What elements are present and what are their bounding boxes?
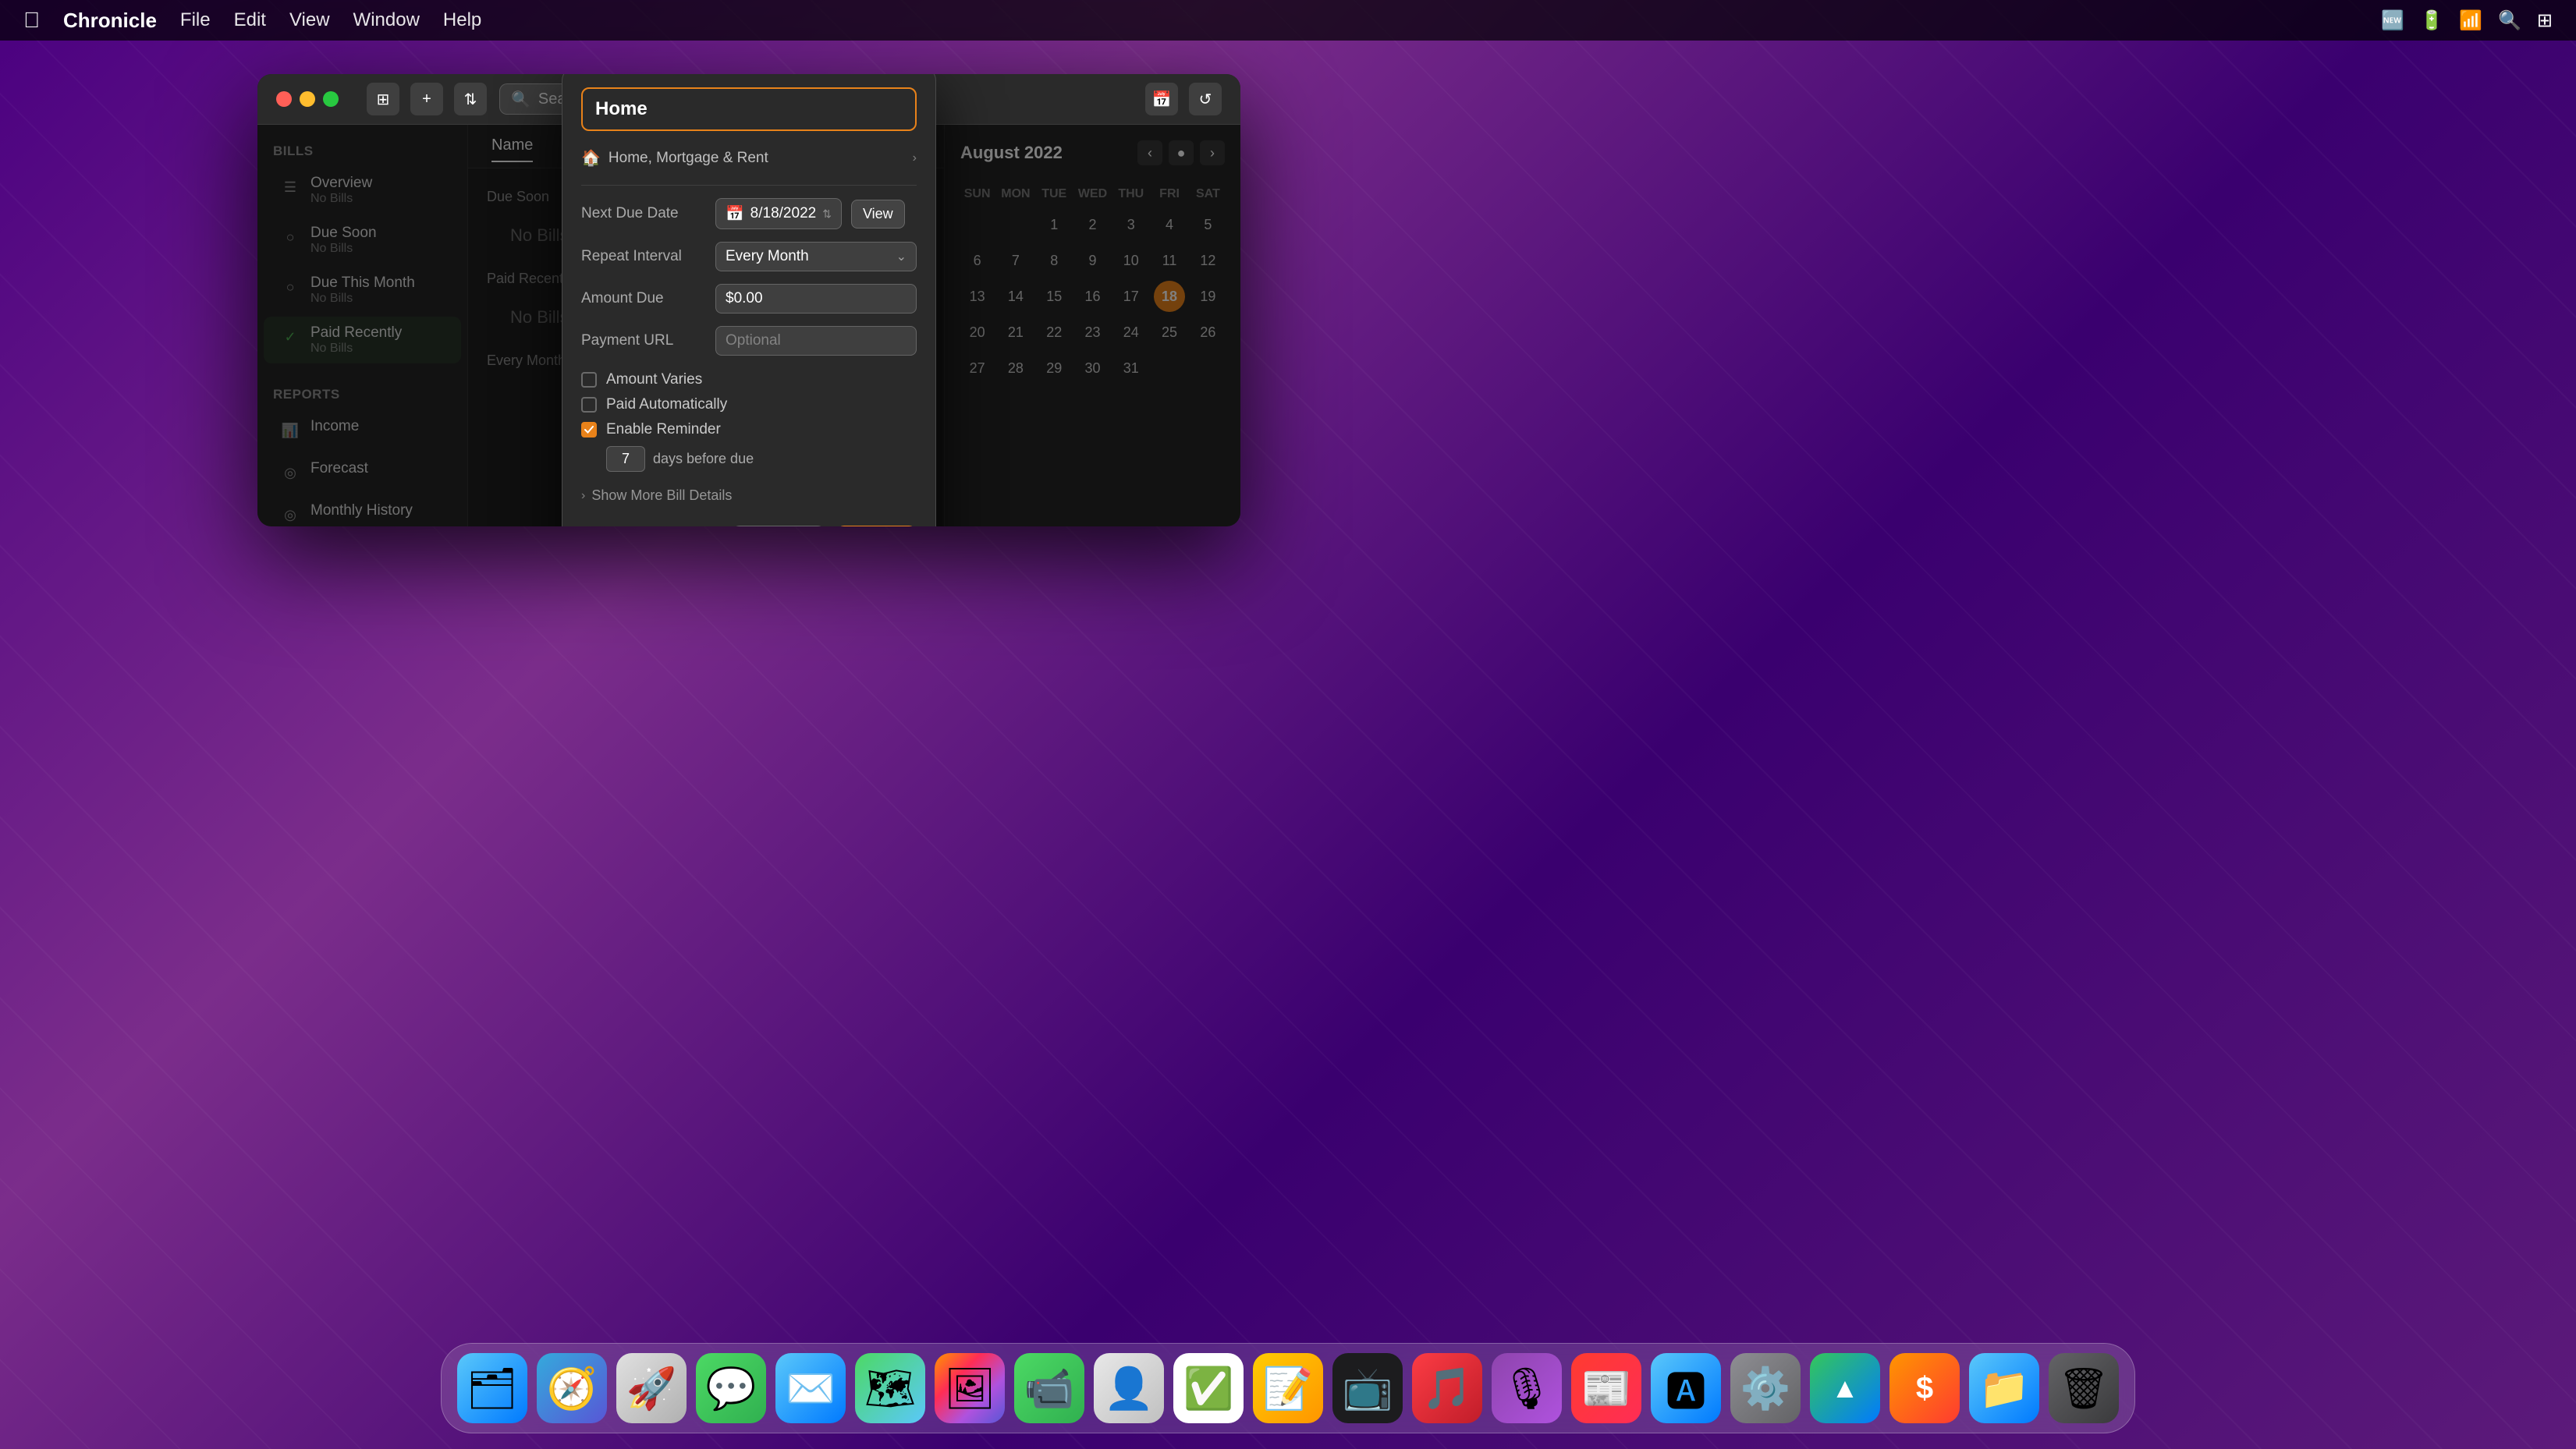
amount-due-input[interactable]: $0.00 — [715, 284, 917, 314]
window-controls — [276, 91, 339, 107]
modal-divider-1 — [581, 185, 917, 186]
siri-icon[interactable]: 🆕 — [2381, 9, 2404, 32]
dock-item-reminders[interactable]: ✅ — [1173, 1353, 1244, 1423]
reminder-days-row: days before due — [606, 446, 917, 472]
dock-item-safari[interactable]: 🧭 — [537, 1353, 607, 1423]
payment-url-row: Payment URL Optional — [581, 326, 917, 356]
due-date-label: Next Due Date — [581, 205, 706, 222]
repeat-interval-select[interactable]: Every Month ⌄ — [715, 242, 917, 271]
menu-edit[interactable]: Edit — [234, 9, 266, 31]
enable-reminder-row: Enable Reminder — [581, 421, 917, 438]
enable-reminder-label: Enable Reminder — [606, 421, 721, 438]
window-minimize-button[interactable] — [300, 91, 315, 107]
dock-item-maps[interactable]: 🗺 — [855, 1353, 925, 1423]
search-icon[interactable]: 🔍 — [2498, 9, 2521, 32]
window-close-button[interactable] — [276, 91, 292, 107]
repeat-interval-value: Every Month — [726, 248, 809, 265]
app-window: ⊞ + ⇅ 🔍 Search 📅 ↺ Bills ☰ Overview No B… — [257, 74, 1240, 526]
dock-item-podcasts[interactable]: 🎙 — [1492, 1353, 1562, 1423]
dock-item-photos[interactable]: 🖼 — [935, 1353, 1005, 1423]
refresh-button[interactable]: ↺ — [1189, 83, 1222, 115]
category-chevron-icon: › — [913, 151, 917, 165]
menubar-right: 🆕 🔋 📶 🔍 ⊞ — [2381, 9, 2553, 32]
show-more-chevron-icon: › — [581, 489, 585, 503]
dock-item-mail[interactable]: ✉️ — [775, 1353, 846, 1423]
category-label: Home, Mortgage & Rent — [609, 150, 905, 167]
dock-item-launchpad[interactable]: 🚀 — [616, 1353, 687, 1423]
menubar:  Chronicle File Edit View Window Help 🆕… — [0, 0, 2576, 41]
calendar-toggle-button[interactable]: 📅 — [1145, 83, 1178, 115]
amount-due-value: $0.00 — [726, 290, 763, 306]
wifi-icon: 📶 — [2459, 9, 2482, 32]
dock-item-finder[interactable]: 🗂 — [457, 1353, 527, 1423]
select-chevron-icon: ⌄ — [896, 249, 907, 264]
titlebar-actions: ⊞ + ⇅ — [367, 83, 487, 115]
show-more-label: Show More Bill Details — [591, 487, 732, 504]
menu-window[interactable]: Window — [353, 9, 420, 31]
amount-due-label: Amount Due — [581, 290, 706, 307]
due-date-row: Next Due Date 📅 8/18/2022 ⇅ View — [581, 198, 917, 229]
enable-reminder-checkbox[interactable] — [581, 422, 597, 438]
dock-item-music[interactable]: 🎵 — [1412, 1353, 1482, 1423]
dock: 🗂 🧭 🚀 💬 ✉️ 🗺 🖼 📹 👤 ✅ 📝 📺 🎵 🎙 📰 🅰 ⚙️ ▲ $ … — [441, 1343, 2135, 1433]
dock-item-appstore[interactable]: 🅰 — [1651, 1353, 1721, 1423]
dock-item-contacts[interactable]: 👤 — [1094, 1353, 1164, 1423]
add-bill-button[interactable]: + — [410, 83, 443, 115]
payment-url-label: Payment URL — [581, 332, 706, 349]
dock-item-chronicle[interactable]: $ — [1889, 1353, 1960, 1423]
apple-menu[interactable]:  — [23, 8, 40, 33]
sort-button[interactable]: ⇅ — [454, 83, 487, 115]
category-icon: 🏠 — [581, 148, 601, 168]
due-date-input[interactable]: 📅 8/18/2022 ⇅ — [715, 198, 842, 229]
paid-automatically-checkbox[interactable] — [581, 397, 597, 413]
view-button[interactable]: View — [851, 200, 905, 229]
dock-item-trash[interactable]: 🗑 — [2049, 1353, 2119, 1423]
app-name: Chronicle — [63, 9, 157, 33]
payment-url-placeholder: Optional — [726, 332, 781, 349]
control-center-icon[interactable]: ⊞ — [2537, 9, 2553, 32]
dock-item-news[interactable]: 📰 — [1571, 1353, 1641, 1423]
modal-overlay: 🏠 Home, Mortgage & Rent › Next Due Date … — [257, 125, 1240, 526]
paid-automatically-label: Paid Automatically — [606, 396, 727, 413]
menu-view[interactable]: View — [289, 9, 330, 31]
modal-checkboxes: Amount Varies Paid Automatically Enable … — [581, 371, 917, 472]
bill-title-input[interactable] — [581, 87, 917, 131]
dock-item-notes[interactable]: 📝 — [1253, 1353, 1323, 1423]
calendar-icon: 📅 — [726, 204, 744, 223]
payment-url-input[interactable]: Optional — [715, 326, 917, 356]
paid-automatically-row: Paid Automatically — [581, 396, 917, 413]
repeat-interval-row: Repeat Interval Every Month ⌄ — [581, 242, 917, 271]
dock-item-tv[interactable]: 📺 — [1332, 1353, 1403, 1423]
repeat-interval-label: Repeat Interval — [581, 248, 706, 265]
due-date-stepper-icon: ⇅ — [822, 207, 832, 221]
edit-bill-modal: 🏠 Home, Mortgage & Rent › Next Due Date … — [562, 74, 936, 526]
battery-icon: 🔋 — [2420, 9, 2443, 32]
dock-item-systemprefs[interactable]: ⚙️ — [1730, 1353, 1801, 1423]
dock-item-messages[interactable]: 💬 — [696, 1353, 766, 1423]
reminder-days-input[interactable] — [606, 446, 645, 472]
due-date-value: 8/18/2022 — [750, 205, 817, 222]
titlebar-right-actions: 📅 ↺ — [1145, 83, 1222, 115]
dock-item-altimeter[interactable]: ▲ — [1810, 1353, 1880, 1423]
window-maximize-button[interactable] — [323, 91, 339, 107]
reminder-days-suffix: days before due — [653, 451, 754, 467]
amount-varies-row: Amount Varies — [581, 371, 917, 388]
dock-item-files[interactable]: 📁 — [1969, 1353, 2039, 1423]
dock-item-facetime[interactable]: 📹 — [1014, 1353, 1084, 1423]
menu-help[interactable]: Help — [443, 9, 481, 31]
amount-varies-label: Amount Varies — [606, 371, 702, 388]
menu-file[interactable]: File — [180, 9, 211, 31]
amount-varies-checkbox[interactable] — [581, 372, 597, 388]
search-icon: 🔍 — [511, 90, 530, 109]
show-more-row[interactable]: › Show More Bill Details — [581, 484, 917, 507]
category-row[interactable]: 🏠 Home, Mortgage & Rent › — [581, 143, 917, 172]
amount-due-row: Amount Due $0.00 — [581, 284, 917, 314]
menu-items: File Edit View Window Help — [180, 9, 481, 31]
sidebar-toggle-button[interactable]: ⊞ — [367, 83, 399, 115]
